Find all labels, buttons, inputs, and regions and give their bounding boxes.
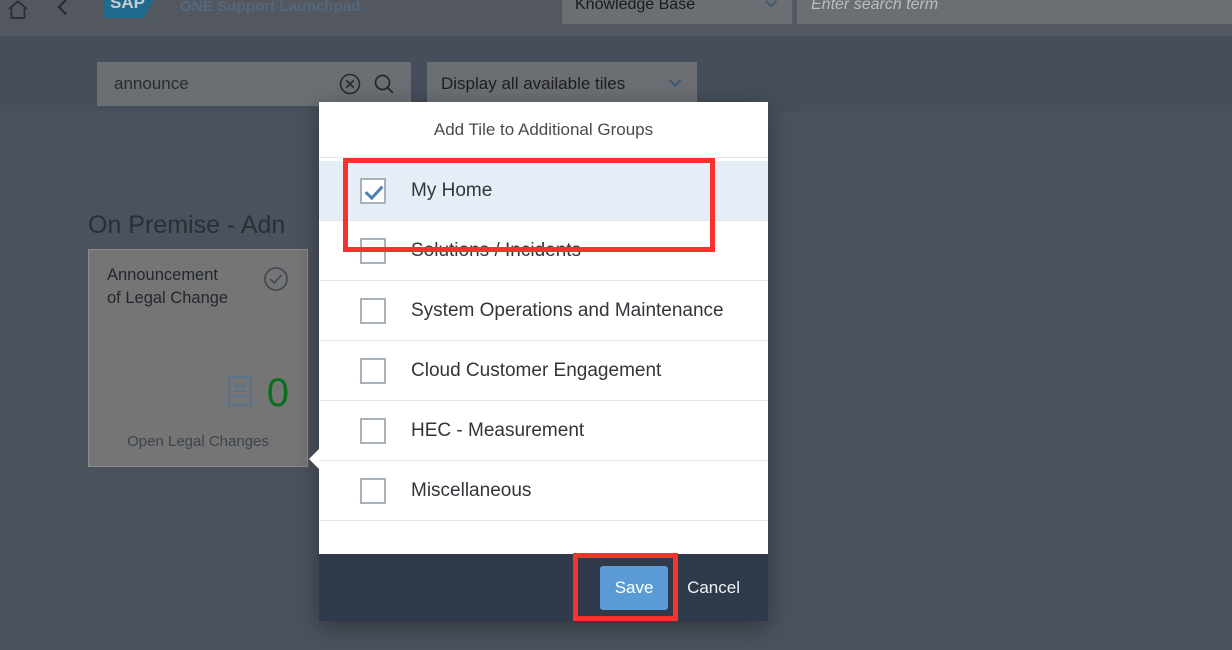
checkbox-icon[interactable] [360, 297, 386, 324]
tile-kpi: 0 [89, 372, 289, 413]
group-row[interactable]: HEC - Measurement [319, 401, 768, 461]
cancel-button[interactable]: Cancel [682, 566, 745, 610]
group-row-label: Miscellaneous [411, 479, 532, 501]
checkbox-icon[interactable] [360, 477, 386, 504]
add-tile-dialog: Add Tile to Additional Groups My Home Sol… [309, 102, 768, 621]
global-search-placeholder: Enter search term [811, 0, 939, 13]
shell-header: SAP ONE Support Launchpad Knowledge Base… [0, 0, 1232, 36]
dialog-footer: Save Cancel [319, 554, 768, 621]
checkbox-icon[interactable] [360, 417, 386, 444]
group-row-label: My Home [411, 179, 493, 201]
checkbox-checked-icon[interactable] [360, 177, 386, 204]
checkbox-icon[interactable] [360, 237, 386, 264]
clipboard-icon [225, 372, 255, 413]
scope-select-value: Knowledge Base [575, 0, 696, 13]
svg-text:SAP: SAP [110, 0, 145, 12]
global-search-input[interactable]: Enter search term [797, 0, 1232, 24]
group-list[interactable]: My Home Solutions / Incidents System Opera… [319, 158, 768, 554]
sap-logo: SAP [104, 0, 172, 18]
catalog-toolbar: announce Display all available tiles [0, 36, 1232, 111]
group-row-label: Cloud Customer Engagement [411, 359, 662, 381]
group-row[interactable]: System Operations and Maintenance [319, 281, 768, 341]
tile-header: Announcement of Legal Change [107, 264, 289, 310]
tile-kpi-value: 0 [266, 370, 289, 415]
tile-title-line1: Announcement [107, 266, 218, 284]
scope-select[interactable]: Knowledge Base [562, 0, 792, 24]
tiles-filter-select[interactable]: Display all available tiles [427, 62, 697, 106]
home-icon[interactable] [0, 0, 36, 28]
product-title: ONE Support Launchpad [180, 0, 361, 15]
tile-title: Announcement of Legal Change [107, 264, 228, 310]
catalog-tile[interactable]: Announcement of Legal Change 0 Open Lega… [88, 249, 308, 467]
group-row-label: HEC - Measurement [411, 419, 585, 441]
dialog-pointer-arrow [309, 448, 320, 470]
group-title: On Premise - Adn [88, 211, 286, 239]
tile-title-line2: of Legal Change [107, 288, 229, 307]
clear-circle-icon[interactable] [333, 71, 367, 97]
group-row[interactable]: Miscellaneous [319, 461, 768, 521]
group-row[interactable]: Solutions / Incidents [319, 221, 768, 281]
tile-kpi-label: Open Legal Changes [127, 433, 269, 450]
check-circle-icon[interactable] [263, 266, 289, 292]
dialog-title: Add Tile to Additional Groups [319, 102, 768, 158]
app-screen: SAP ONE Support Launchpad Knowledge Base… [0, 0, 1232, 650]
save-button[interactable]: Save [600, 565, 669, 610]
search-icon[interactable] [367, 71, 401, 97]
tile-search-value: announce [114, 74, 189, 93]
tile-search-field[interactable]: announce [97, 62, 411, 106]
back-icon[interactable] [46, 0, 80, 24]
group-row-label: System Operations and Maintenance [411, 299, 724, 321]
group-row[interactable]: Cloud Customer Engagement [319, 341, 768, 401]
group-row-label: Solutions / Incidents [411, 239, 582, 261]
tiles-filter-value: Display all available tiles [441, 74, 626, 93]
chevron-down-icon [760, 0, 782, 19]
checkbox-icon[interactable] [360, 357, 386, 384]
group-row[interactable]: My Home [319, 161, 768, 221]
chevron-down-icon [663, 70, 687, 99]
